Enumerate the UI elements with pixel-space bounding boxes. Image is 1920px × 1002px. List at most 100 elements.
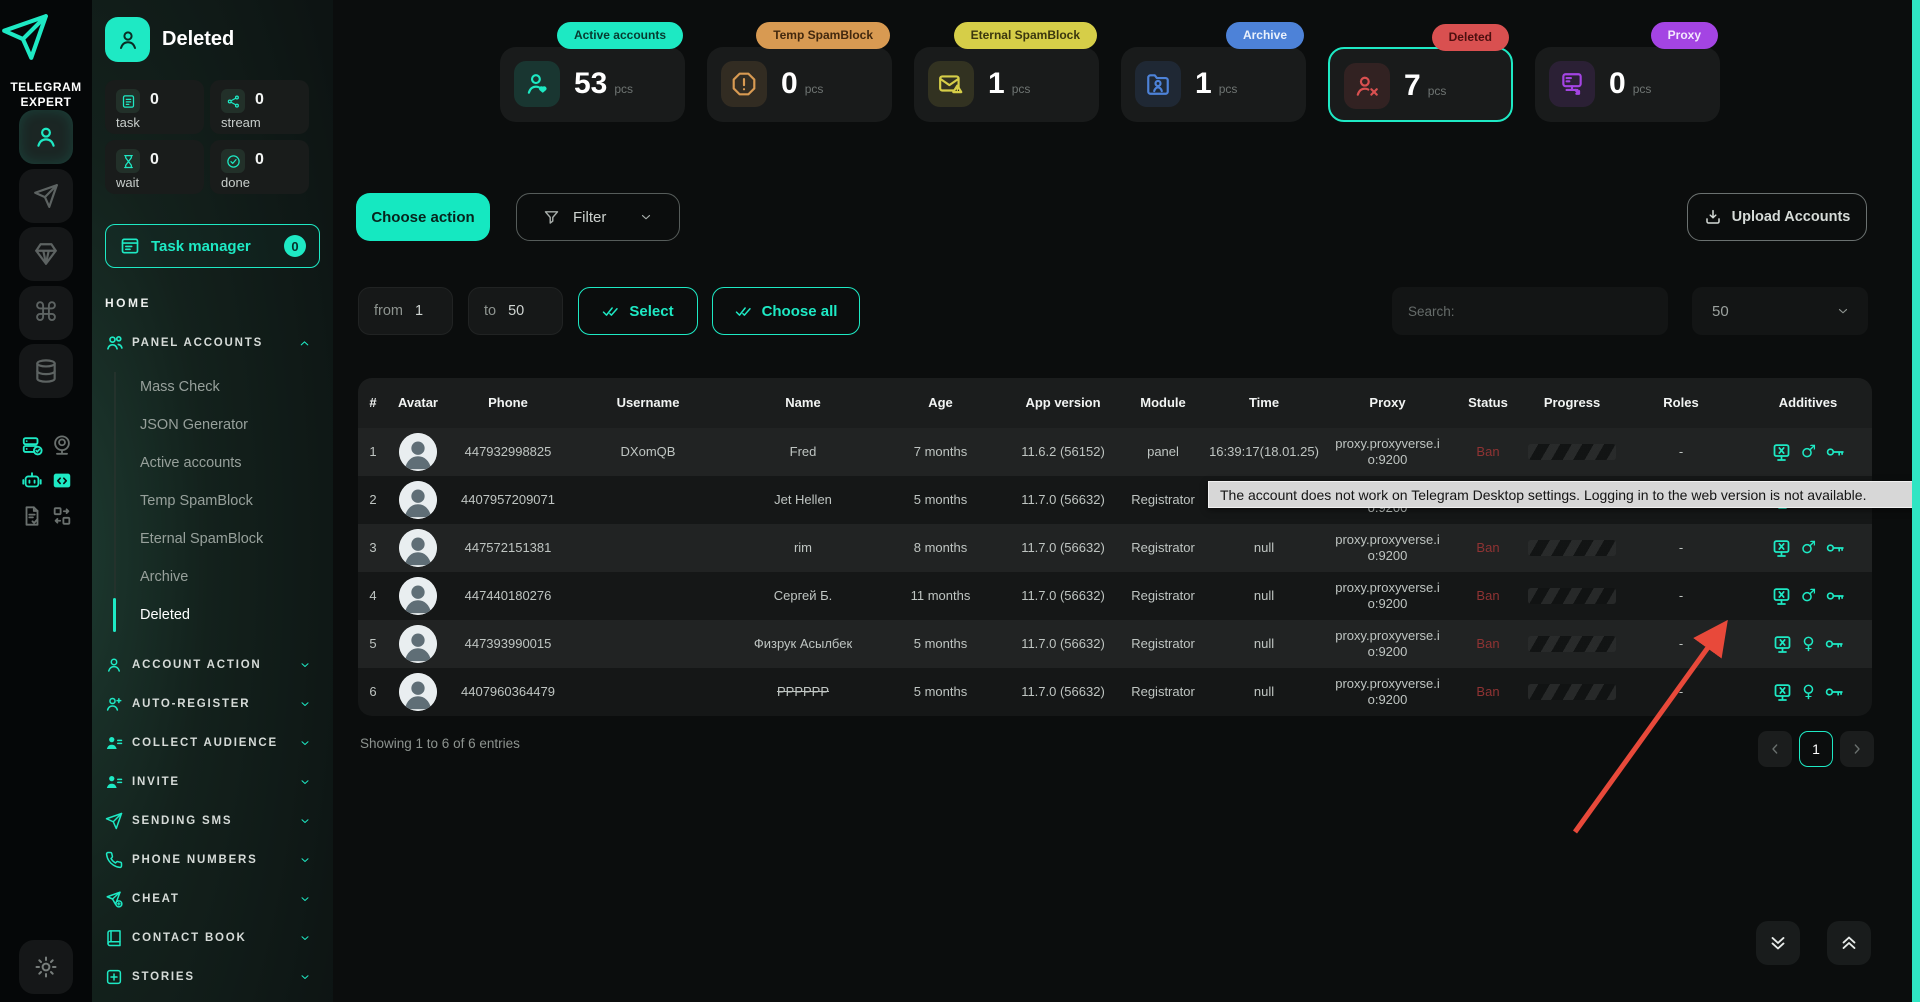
server-status-icon[interactable] — [20, 434, 44, 458]
doc-check-icon[interactable] — [20, 504, 44, 528]
chevron-down-icon — [299, 815, 311, 827]
stat-value: 0 — [255, 91, 264, 109]
pagination-page-1[interactable]: 1 — [1799, 731, 1833, 767]
double-check-icon — [602, 302, 620, 320]
pagination-next-button[interactable] — [1840, 731, 1874, 767]
key-icon[interactable] — [1825, 538, 1845, 558]
send-icon — [105, 812, 123, 830]
sidebar-item-eternal-spamblock[interactable]: Eternal SpamBlock — [140, 522, 310, 556]
sidebar-item-active-accounts[interactable]: Active accounts — [140, 446, 310, 480]
task-manager-badge: 0 — [284, 235, 306, 257]
sidebar-item-auto-register[interactable]: AUTO-REGISTER — [92, 689, 333, 719]
page-size-select[interactable]: 50 — [1692, 287, 1868, 335]
key-icon[interactable] — [1824, 682, 1844, 702]
sidebar-item-panel-accounts[interactable]: PANEL ACCOUNTS — [92, 328, 333, 358]
key-icon[interactable] — [1825, 586, 1845, 606]
brand-logo-icon — [0, 12, 92, 62]
status-card-archive[interactable]: Archive 1pcs — [1121, 47, 1306, 122]
rail-sending-button[interactable] — [19, 169, 73, 223]
task-manager-button[interactable]: Task manager 0 — [105, 224, 320, 268]
plus-square-icon — [105, 968, 123, 986]
from-input[interactable]: from 1 — [358, 287, 453, 335]
status-card-proxy[interactable]: Proxy 0pcs — [1535, 47, 1720, 122]
choose-all-button[interactable]: Choose all — [712, 287, 860, 335]
phone-icon — [105, 851, 123, 869]
chevron-down-icon — [299, 659, 311, 671]
bot-icon[interactable] — [20, 469, 44, 493]
scroll-to-bottom-button[interactable] — [1756, 921, 1800, 965]
sidebar-item-mass-check[interactable]: Mass Check — [140, 370, 310, 404]
sidebar-item-phone-numbers[interactable]: PHONE NUMBERS — [92, 845, 333, 875]
rail-database-button[interactable] — [19, 344, 73, 398]
table-header: #AvatarPhoneUsernameNameAgeApp versionMo… — [358, 378, 1872, 428]
sidebar-item-sending-sms[interactable]: SENDING SMS — [92, 806, 333, 836]
upload-accounts-button[interactable]: Upload Accounts — [1687, 193, 1867, 241]
sidebar-item-contact-book[interactable]: CONTACT BOOK — [92, 923, 333, 953]
user-session-icon[interactable] — [50, 434, 74, 458]
sidebar-item-collect-audience[interactable]: COLLECT AUDIENCE — [92, 728, 333, 758]
page-scrollbar[interactable] — [1912, 0, 1920, 1002]
account-name: rim — [794, 540, 812, 556]
sidebar-item-cheat[interactable]: CHEAT — [92, 884, 333, 914]
status-card-active-accounts[interactable]: Active accounts 53pcs — [500, 47, 685, 122]
monitor-x-icon[interactable] — [1771, 442, 1792, 463]
chevron-down-icon — [299, 698, 311, 710]
to-input[interactable]: to 50 — [468, 287, 563, 335]
column-header-age: Age — [878, 395, 1003, 411]
rail-commands-button[interactable]: ⌘ — [19, 286, 73, 340]
choose-action-button[interactable]: Choose action — [356, 193, 490, 241]
scroll-to-top-button[interactable] — [1827, 921, 1871, 965]
monitor-x-icon[interactable] — [1771, 538, 1792, 559]
monitor-x-icon[interactable] — [1772, 682, 1793, 703]
card-badge: Deleted — [1432, 24, 1509, 51]
avatar — [399, 433, 437, 471]
additives: ♂ — [1771, 586, 1845, 607]
gender-male-icon[interactable]: ♂ — [1801, 540, 1816, 557]
account-name: Физрук Асылбек — [754, 636, 852, 652]
rail-accounts-button[interactable] — [19, 110, 73, 164]
select-button[interactable]: Select — [578, 287, 698, 335]
accounts-table: #AvatarPhoneUsernameNameAgeApp versionMo… — [358, 378, 1872, 716]
gender-male-icon[interactable]: ♂ — [1801, 588, 1816, 605]
code-window-icon[interactable] — [50, 469, 74, 493]
sidebar-item-temp-spamblock[interactable]: Temp SpamBlock — [140, 484, 310, 518]
table-row[interactable]: 3447572151381rim8 months11.7.0 (56632)Re… — [358, 524, 1872, 572]
table-row[interactable]: 64407960364479РРРРРР5 months11.7.0 (5663… — [358, 668, 1872, 716]
table-row[interactable]: 1447932998825DXomQBFred7 months11.6.2 (5… — [358, 428, 1872, 476]
search-input[interactable]: Search: — [1392, 287, 1668, 335]
column-header-proxy: Proxy — [1325, 395, 1450, 411]
gender-female-icon[interactable]: ♀ — [1802, 684, 1814, 701]
status-card-eternal-spamblock[interactable]: Eternal SpamBlock 1pcs — [914, 47, 1099, 122]
monitor-x-icon[interactable] — [1772, 634, 1793, 655]
key-icon[interactable] — [1825, 442, 1845, 462]
task-manager-icon — [120, 236, 140, 256]
status-card-temp-spamblock[interactable]: Temp SpamBlock 0pcs — [707, 47, 892, 122]
stat-chip-task: 0 task — [105, 80, 204, 134]
swap-icon[interactable] — [50, 504, 74, 528]
share-icon — [221, 89, 245, 113]
sidebar-item-stories[interactable]: STORIES — [92, 962, 333, 992]
filter-dropdown[interactable]: Filter — [516, 193, 680, 241]
card-value: 0pcs — [781, 67, 823, 101]
status-card-deleted[interactable]: Deleted 7pcs — [1328, 47, 1513, 122]
gender-female-icon[interactable]: ♀ — [1802, 636, 1814, 653]
sidebar-item-json-generator[interactable]: JSON Generator — [140, 408, 310, 442]
chevron-down-icon — [299, 971, 311, 983]
card-unit: pcs — [1633, 82, 1652, 96]
table-row[interactable]: 4447440180276Сергей Б.11 months11.7.0 (5… — [358, 572, 1872, 620]
page-title: Deleted — [162, 28, 234, 51]
rail-premium-button[interactable] — [19, 227, 73, 281]
key-icon[interactable] — [1824, 634, 1844, 654]
gender-male-icon[interactable]: ♂ — [1801, 444, 1816, 461]
avatar — [399, 529, 437, 567]
sidebar-item-deleted[interactable]: Deleted — [140, 598, 310, 632]
task-manager-label: Task manager — [151, 238, 251, 255]
sidebar-item-invite[interactable]: INVITE — [92, 767, 333, 797]
double-chevron-up-icon — [1838, 932, 1860, 954]
sidebar-item-archive[interactable]: Archive — [140, 560, 310, 594]
pagination-prev-button[interactable] — [1758, 731, 1792, 767]
table-row[interactable]: 5447393990015Физрук Асылбек5 months11.7.… — [358, 620, 1872, 668]
monitor-x-icon[interactable] — [1771, 586, 1792, 607]
sidebar-item-account-action[interactable]: ACCOUNT ACTION — [92, 650, 333, 680]
settings-button[interactable] — [19, 940, 73, 994]
